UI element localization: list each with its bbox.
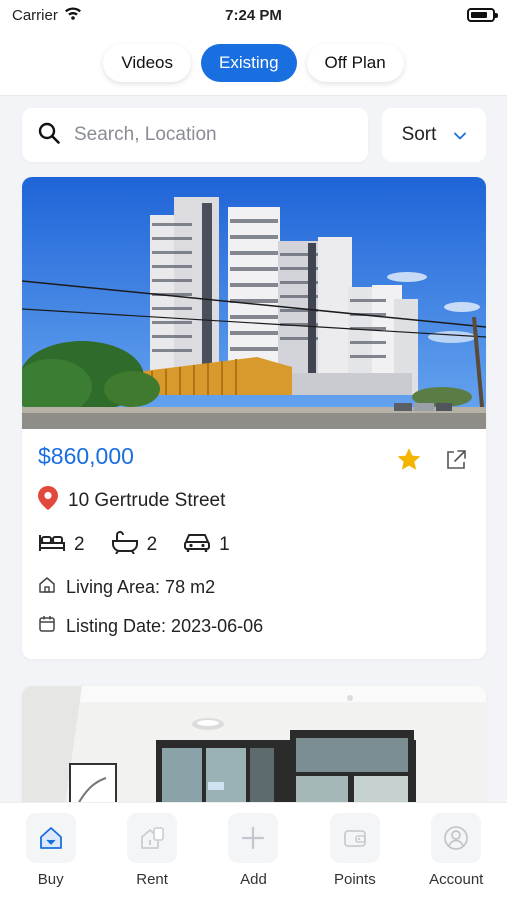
listing-address: 10 Gertrude Street: [68, 490, 226, 511]
tab-existing[interactable]: Existing: [201, 43, 297, 82]
status-bar: Carrier 7:24 PM: [0, 0, 507, 30]
features-row: 2 2 1: [38, 530, 470, 560]
rent-icon: [127, 813, 178, 863]
plus-icon: [228, 813, 279, 863]
tab-off-plan[interactable]: Off Plan: [306, 43, 404, 82]
listing-details: $860,000 10 Gertrude Street 2 2 1 Living…: [22, 429, 486, 638]
home-icon: [25, 813, 76, 863]
search-row: Sort: [22, 108, 486, 162]
beds-feature: 2: [38, 531, 85, 559]
chevron-down-icon: [454, 124, 467, 146]
nav-add-label: Add: [240, 871, 267, 888]
nav-rent[interactable]: Rent: [107, 813, 197, 900]
house-icon: [38, 576, 56, 599]
nav-points-label: Points: [334, 871, 376, 888]
wallet-icon: [329, 813, 380, 863]
nav-account[interactable]: Account: [411, 813, 501, 900]
star-icon[interactable]: [396, 447, 422, 477]
search-input[interactable]: [74, 124, 352, 146]
cars-count: 1: [219, 534, 230, 555]
location-pin-icon: [38, 486, 58, 516]
status-left: Carrier: [12, 6, 82, 24]
tab-videos[interactable]: Videos: [103, 43, 192, 82]
sort-label: Sort: [401, 124, 437, 145]
beds-count: 2: [74, 534, 85, 555]
property-photo[interactable]: [22, 177, 486, 429]
carrier-label: Carrier: [12, 6, 58, 24]
battery-icon: [467, 8, 498, 22]
listing-card[interactable]: $860,000 10 Gertrude Street 2 2 1 Living…: [22, 177, 486, 659]
share-icon[interactable]: [444, 448, 468, 477]
baths-feature: 2: [111, 530, 158, 560]
sort-button[interactable]: Sort: [382, 108, 486, 162]
baths-count: 2: [146, 534, 158, 555]
bed-icon: [38, 531, 66, 559]
search-icon: [38, 122, 60, 149]
bottom-nav: Buy Rent Add Points Account: [0, 802, 507, 900]
car-icon: [183, 531, 211, 559]
living-area: Living Area: 78 m2: [66, 577, 216, 597]
listing-actions: [396, 447, 468, 477]
nav-add[interactable]: Add: [208, 813, 298, 900]
user-icon: [431, 813, 482, 863]
listing-date: Listing Date: 2023-06-06: [66, 616, 264, 636]
calendar-icon: [38, 615, 56, 638]
listing-date-row: Listing Date: 2023-06-06: [38, 615, 470, 638]
listing-type-tabs: Videos Existing Off Plan: [0, 30, 507, 96]
address-row: 10 Gertrude Street: [38, 486, 470, 516]
search-box[interactable]: [22, 108, 368, 162]
nav-rent-label: Rent: [136, 871, 168, 888]
nav-buy[interactable]: Buy: [6, 813, 96, 900]
cars-feature: 1: [183, 531, 230, 559]
living-area-row: Living Area: 78 m2: [38, 576, 470, 599]
nav-account-label: Account: [429, 871, 484, 888]
wifi-icon: [64, 6, 82, 24]
bath-icon: [111, 530, 139, 560]
nav-points[interactable]: Points: [310, 813, 400, 900]
nav-buy-label: Buy: [37, 871, 64, 888]
